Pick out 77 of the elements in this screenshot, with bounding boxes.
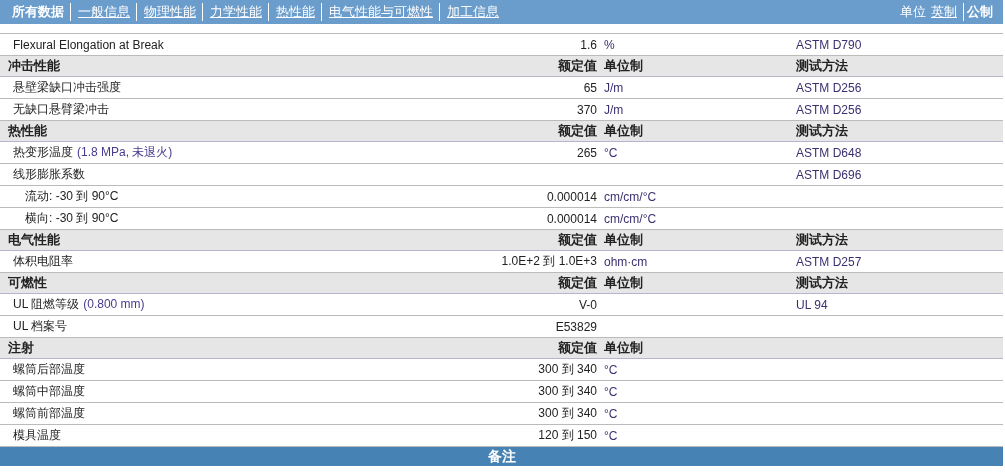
test-method-cell: UL 94 — [796, 297, 828, 312]
section-title: 注射 — [7, 339, 35, 357]
notes-title: 备注 — [487, 447, 516, 466]
value-cell: 65 — [583, 80, 597, 95]
nav-tab[interactable]: 物理性能 — [136, 3, 196, 21]
property-label: 螺筒后部温度 — [13, 362, 85, 376]
test-method-cell: ASTM D790 — [796, 37, 862, 52]
value-cell: 300 到 340 — [538, 406, 597, 420]
unit-cell: °C — [604, 145, 618, 160]
test-method-cell: ASTM D696 — [796, 167, 862, 182]
unit-cell: % — [604, 37, 615, 52]
property-label: UL 阻燃等级 — [13, 297, 80, 311]
column-header: 测试方法 — [796, 122, 849, 140]
unit-cell: °C — [604, 428, 618, 443]
value-cell: 370 — [576, 102, 597, 117]
property-label: 悬壁梁缺口冲击强度 — [13, 80, 121, 94]
property-note: (1.8 MPa, 未退火) — [77, 145, 173, 159]
test-method-cell: ASTM D256 — [796, 80, 862, 95]
unit-cell: °C — [604, 406, 618, 421]
property-label: Flexural Elongation at Break — [13, 37, 164, 52]
unit-toggle-link[interactable]: 英制 — [931, 3, 957, 21]
nav-tab[interactable]: 力学性能 — [202, 3, 262, 21]
unit-cell: ohm·cm — [604, 254, 648, 269]
property-label: 无缺口悬臂梁冲击 — [13, 102, 109, 116]
unit-cell: cm/cm/°C — [604, 211, 657, 226]
test-method-cell: ASTM D257 — [796, 254, 862, 269]
unit-cell: J/m — [604, 102, 624, 117]
property-label: 热变形温度 — [13, 145, 73, 159]
value-cell: 0.000014 — [546, 211, 597, 226]
section-title: 电气性能 — [7, 231, 61, 249]
nav-tab[interactable]: 一般信息 — [70, 3, 130, 21]
column-header: 额定值 — [557, 231, 597, 249]
column-header: 测试方法 — [796, 274, 849, 292]
value-cell: 300 到 340 — [538, 384, 597, 398]
column-header: 测试方法 — [796, 231, 849, 249]
column-header: 单位制 — [603, 231, 644, 249]
value-cell: 1.0E+2 到 1.0E+3 — [501, 254, 597, 268]
property-label: 螺筒中部温度 — [13, 384, 85, 398]
property-label: UL 档案号 — [13, 319, 68, 333]
nav-tab[interactable]: 所有数据 — [12, 3, 64, 21]
unit-toggle-link[interactable]: 公制 — [963, 3, 993, 21]
column-header: 测试方法 — [796, 57, 849, 75]
column-header: 单位制 — [603, 339, 644, 357]
column-header: 单位制 — [603, 57, 644, 75]
property-label: 横向: -30 到 90°C — [25, 211, 119, 225]
value-cell: 0.000014 — [546, 189, 597, 204]
property-label: 体积电阻率 — [13, 254, 73, 268]
value-cell: 300 到 340 — [538, 362, 597, 376]
column-header: 单位制 — [603, 122, 644, 140]
units-label: 单位 — [900, 3, 926, 21]
value-cell: E53829 — [555, 319, 597, 334]
nav-tab[interactable]: 热性能 — [268, 3, 315, 21]
test-method-cell: ASTM D256 — [796, 102, 862, 117]
property-note: (0.800 mm) — [83, 297, 145, 311]
column-header: 单位制 — [603, 274, 644, 292]
section-title: 冲击性能 — [7, 57, 61, 75]
column-header: 额定值 — [557, 57, 597, 75]
column-header: 额定值 — [557, 122, 597, 140]
property-label: 模具温度 — [13, 428, 61, 442]
property-label: 螺筒前部温度 — [13, 406, 85, 420]
unit-cell: °C — [604, 384, 618, 399]
unit-cell: cm/cm/°C — [604, 189, 657, 204]
column-header: 额定值 — [557, 274, 597, 292]
section-title: 可燃性 — [7, 274, 48, 292]
value-cell: 265 — [576, 145, 597, 160]
section-title: 热性能 — [7, 122, 48, 140]
value-cell: 1.6 — [580, 37, 597, 52]
nav-tab[interactable]: 电气性能与可燃性 — [321, 3, 433, 21]
value-cell: 120 到 150 — [538, 428, 597, 442]
value-cell: V-0 — [579, 297, 597, 312]
test-method-cell: ASTM D648 — [796, 145, 862, 160]
column-header: 额定值 — [557, 339, 597, 357]
property-label: 流动: -30 到 90°C — [25, 189, 119, 203]
nav-tab[interactable]: 加工信息 — [439, 3, 499, 21]
property-label: 线形膨胀系数 — [13, 167, 85, 181]
unit-cell: °C — [604, 362, 618, 377]
unit-cell: J/m — [604, 80, 624, 95]
